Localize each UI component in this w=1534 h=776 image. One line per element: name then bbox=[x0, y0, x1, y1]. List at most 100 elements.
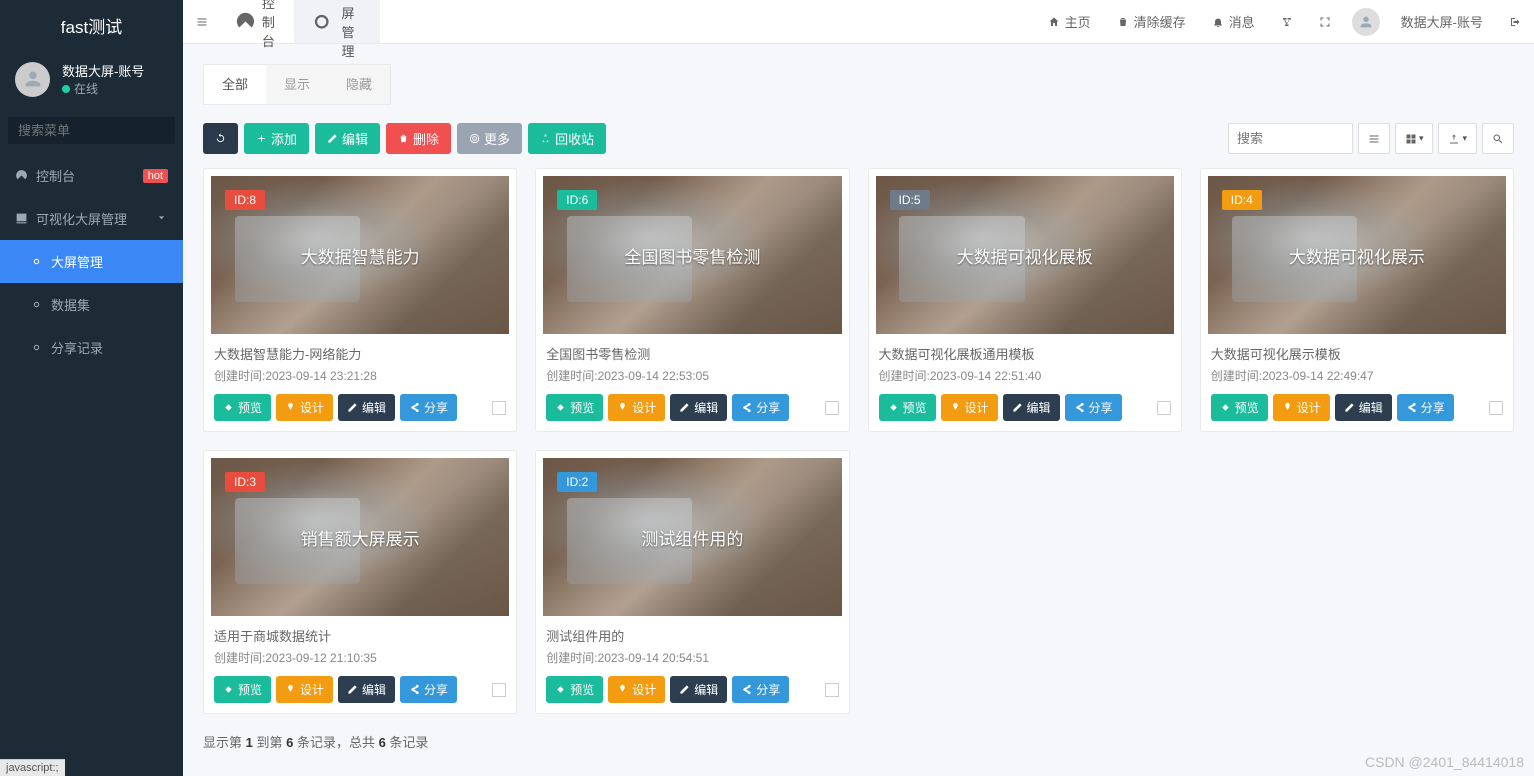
search-input[interactable] bbox=[1228, 123, 1353, 154]
nav-home[interactable]: 主页 bbox=[1035, 0, 1104, 43]
design-button[interactable]: 设计 bbox=[941, 394, 998, 421]
card-thumbnail[interactable]: ID:2测试组件用的 bbox=[543, 458, 841, 616]
card-checkbox[interactable] bbox=[492, 401, 506, 415]
card-time: 创建时间:2023-09-14 22:49:47 bbox=[1208, 367, 1506, 394]
card-checkbox[interactable] bbox=[1157, 401, 1171, 415]
card-checkbox[interactable] bbox=[825, 683, 839, 697]
card-checkbox[interactable] bbox=[1489, 401, 1503, 415]
card-actions: 预览设计编辑分享 bbox=[876, 394, 1174, 424]
share-button[interactable]: 分享 bbox=[400, 676, 457, 703]
main-area: 控制台 大屏管理 主页 清除缓存 消息 数据大屏-账号 全部 显示 隐藏 bbox=[183, 0, 1534, 776]
menu-dataset[interactable]: 数据集 bbox=[0, 283, 183, 326]
preview-button[interactable]: 预览 bbox=[546, 394, 603, 421]
card: ID:4大数据可视化展示大数据可视化展示模板创建时间:2023-09-14 22… bbox=[1200, 168, 1514, 432]
nav-message[interactable]: 消息 bbox=[1199, 0, 1268, 43]
card-overlay-title: 全国图书零售检测 bbox=[624, 243, 760, 268]
card-actions: 预览设计编辑分享 bbox=[211, 676, 509, 706]
add-button[interactable]: 添加 bbox=[244, 123, 309, 154]
card-time: 创建时间:2023-09-14 23:21:28 bbox=[211, 367, 509, 394]
card-time: 创建时间:2023-09-12 21:10:35 bbox=[211, 649, 509, 676]
design-button[interactable]: 设计 bbox=[608, 676, 665, 703]
topbar-avatar[interactable] bbox=[1352, 8, 1380, 36]
menu-screen-manage[interactable]: 大屏管理 bbox=[0, 240, 183, 283]
filter-hide[interactable]: 隐藏 bbox=[328, 65, 390, 104]
card-checkbox[interactable] bbox=[825, 401, 839, 415]
filter-show[interactable]: 显示 bbox=[266, 65, 328, 104]
card-overlay-title: 大数据智慧能力 bbox=[301, 243, 420, 268]
card-title: 测试组件用的 bbox=[543, 616, 841, 649]
topbar-username[interactable]: 数据大屏-账号 bbox=[1388, 0, 1496, 43]
preview-button[interactable]: 预览 bbox=[214, 394, 271, 421]
preview-button[interactable]: 预览 bbox=[879, 394, 936, 421]
view-list-button[interactable] bbox=[1358, 123, 1390, 154]
id-badge: ID:6 bbox=[557, 190, 597, 210]
sidebar-search[interactable] bbox=[8, 117, 175, 144]
share-button[interactable]: 分享 bbox=[1397, 394, 1454, 421]
menu-dashboard[interactable]: 控制台hot bbox=[0, 154, 183, 197]
chevron-down-icon bbox=[155, 211, 168, 227]
nav-clear-cache[interactable]: 清除缓存 bbox=[1104, 0, 1199, 43]
card: ID:3销售额大屏展示适用于商城数据统计创建时间:2023-09-12 21:1… bbox=[203, 450, 517, 714]
menu-viz-manage[interactable]: 可视化大屏管理 bbox=[0, 197, 183, 240]
preview-button[interactable]: 预览 bbox=[546, 676, 603, 703]
tab-screen-manage[interactable]: 大屏管理 bbox=[294, 0, 380, 43]
user-name: 数据大屏-账号 bbox=[62, 61, 144, 80]
user-block[interactable]: 数据大屏-账号 在线 bbox=[0, 51, 183, 107]
design-button[interactable]: 设计 bbox=[608, 394, 665, 421]
nav-lang[interactable] bbox=[1268, 0, 1306, 43]
share-button[interactable]: 分享 bbox=[1065, 394, 1122, 421]
preview-button[interactable]: 预览 bbox=[214, 676, 271, 703]
card-time: 创建时间:2023-09-14 22:51:40 bbox=[876, 367, 1174, 394]
search-button[interactable] bbox=[1482, 123, 1514, 154]
card-thumbnail[interactable]: ID:3销售额大屏展示 bbox=[211, 458, 509, 616]
card-checkbox[interactable] bbox=[492, 683, 506, 697]
nav-fullscreen[interactable] bbox=[1306, 0, 1344, 43]
filter-all[interactable]: 全部 bbox=[204, 65, 266, 104]
sidebar: fast测试 数据大屏-账号 在线 控制台hot 可视化大屏管理 大屏管理 数据… bbox=[0, 0, 183, 776]
card: ID:6 全国图书零售检测全国图书零售检测创建时间:2023-09-14 22:5… bbox=[535, 168, 849, 432]
edit-button[interactable]: 编辑 bbox=[315, 123, 380, 154]
pager: 显示第 1 到第 6 条记录，总共 6 条记录 bbox=[203, 732, 1514, 751]
design-button[interactable]: 设计 bbox=[1273, 394, 1330, 421]
view-grid-button[interactable]: ▾ bbox=[1395, 123, 1434, 154]
card-edit-button[interactable]: 编辑 bbox=[670, 394, 727, 421]
card-edit-button[interactable]: 编辑 bbox=[1003, 394, 1060, 421]
share-button[interactable]: 分享 bbox=[732, 394, 789, 421]
card-thumbnail[interactable]: ID:5 大数据可视化展板 bbox=[876, 176, 1174, 334]
card-thumbnail[interactable]: ID:6 全国图书零售检测 bbox=[543, 176, 841, 334]
toolbar: 添加 编辑 删除 更多 回收站 ▾ ▾ bbox=[203, 123, 1514, 154]
share-button[interactable]: 分享 bbox=[400, 394, 457, 421]
nav-logout[interactable] bbox=[1496, 0, 1534, 43]
card: ID:5大数据可视化展板大数据可视化展板通用模板创建时间:2023-09-14 … bbox=[868, 168, 1182, 432]
card-overlay-title: 测试组件用的 bbox=[641, 525, 743, 550]
sidebar-search-input[interactable] bbox=[18, 123, 194, 138]
card-edit-button[interactable]: 编辑 bbox=[1335, 394, 1392, 421]
menu-share-log[interactable]: 分享记录 bbox=[0, 326, 183, 369]
tab-dashboard[interactable]: 控制台 bbox=[221, 0, 294, 43]
export-button[interactable]: ▾ bbox=[1438, 123, 1477, 154]
card-edit-button[interactable]: 编辑 bbox=[338, 676, 395, 703]
card-title: 大数据智慧能力-网络能力 bbox=[211, 334, 509, 367]
delete-button[interactable]: 删除 bbox=[386, 123, 451, 154]
recycle-button[interactable]: 回收站 bbox=[528, 123, 606, 154]
card: ID:8大数据智慧能力大数据智慧能力-网络能力创建时间:2023-09-14 2… bbox=[203, 168, 517, 432]
design-button[interactable]: 设计 bbox=[276, 676, 333, 703]
card-edit-button[interactable]: 编辑 bbox=[338, 394, 395, 421]
online-dot-icon bbox=[62, 85, 70, 93]
card-overlay-title: 大数据可视化展板 bbox=[957, 243, 1093, 268]
card-edit-button[interactable]: 编辑 bbox=[670, 676, 727, 703]
card-overlay-title: 销售额大屏展示 bbox=[301, 525, 420, 550]
sidebar-toggle[interactable] bbox=[183, 0, 221, 43]
card-title: 适用于商城数据统计 bbox=[211, 616, 509, 649]
more-button[interactable]: 更多 bbox=[457, 123, 522, 154]
preview-button[interactable]: 预览 bbox=[1211, 394, 1268, 421]
card-thumbnail[interactable]: ID:4大数据可视化展示 bbox=[1208, 176, 1506, 334]
card-thumbnail[interactable]: ID:8大数据智慧能力 bbox=[211, 176, 509, 334]
id-badge: ID:5 bbox=[890, 190, 930, 210]
share-button[interactable]: 分享 bbox=[732, 676, 789, 703]
card-actions: 预览设计编辑分享 bbox=[543, 676, 841, 706]
card-actions: 预览设计编辑分享 bbox=[211, 394, 509, 424]
design-button[interactable]: 设计 bbox=[276, 394, 333, 421]
refresh-button[interactable] bbox=[203, 123, 238, 154]
card-time: 创建时间:2023-09-14 22:53:05 bbox=[543, 367, 841, 394]
